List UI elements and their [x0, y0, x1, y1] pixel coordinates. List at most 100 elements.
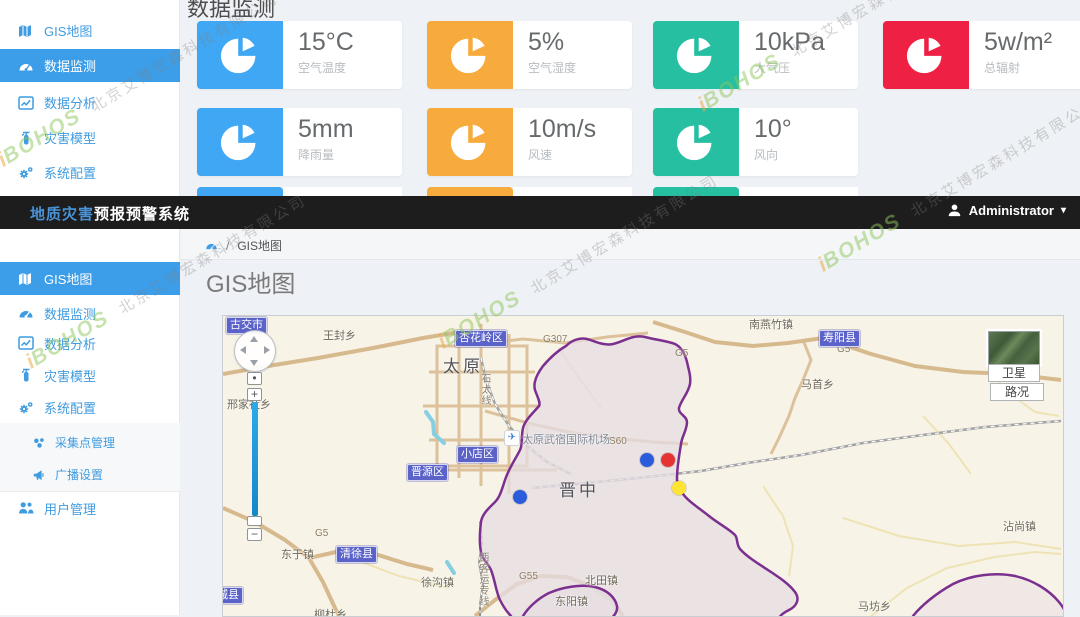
locate-button[interactable]: •: [247, 372, 262, 385]
sidebar-item-label: 数据监测: [44, 304, 96, 323]
map-marker[interactable]: [640, 453, 654, 467]
sidebar-item-label: 系统配置: [44, 398, 96, 417]
pie-chart-icon: [197, 21, 283, 89]
metric-label: 空气湿度: [528, 59, 632, 76]
map-label: 晋中: [559, 476, 599, 501]
metric-card-humidity: 5%空气湿度: [427, 21, 632, 89]
map-label: 石太线: [477, 373, 492, 406]
sidebar-item-label: 灾害模型: [44, 366, 96, 385]
sidebar-item-label: 数据分析: [44, 93, 96, 112]
metric-label: 风速: [528, 146, 632, 163]
pan-down-icon[interactable]: [250, 360, 258, 366]
map-marker[interactable]: [513, 490, 527, 504]
sidebar-item-data-monitor[interactable]: 数据监测: [0, 298, 180, 328]
zoom-slider-track[interactable]: [252, 402, 258, 516]
map-label: 王封乡: [323, 327, 356, 343]
partial-card: [427, 187, 513, 196]
map-label: 东阳镇: [555, 593, 588, 609]
map-marker[interactable]: [661, 453, 675, 467]
extinguisher-icon: [18, 367, 34, 383]
metric-value: 10°: [754, 115, 858, 144]
traffic-button[interactable]: 路况: [990, 383, 1044, 401]
map-label: 杏花岭区: [455, 330, 507, 347]
cluster-icon: [32, 436, 46, 450]
map-label: 徐沟镇: [421, 574, 454, 590]
metric-value: 5w/m²: [984, 28, 1080, 57]
map-pan-control[interactable]: [234, 330, 276, 372]
config-submenu: 采集点管理 广播设置: [0, 423, 180, 492]
map-marker[interactable]: [672, 481, 686, 495]
map-icon: [18, 23, 34, 39]
gears-icon: [18, 165, 34, 181]
metric-value: 10m/s: [528, 115, 632, 144]
map-label: 柳杜乡: [314, 606, 347, 617]
metric-card-wind-speed: 10m/s 风速: [427, 108, 632, 176]
metric-label: 大气压: [754, 59, 858, 76]
partial-card: [513, 187, 632, 196]
sidebar-item-system-config[interactable]: 系统配置: [0, 392, 180, 423]
map-label: 小店区: [457, 446, 498, 463]
sidebar-item-label: 用户管理: [44, 499, 96, 518]
sidebar-item-user-management[interactable]: 用户管理: [0, 493, 180, 523]
map-label: 清徐县: [336, 546, 377, 563]
metric-card-air-temp: 15°C空气温度: [197, 21, 402, 89]
sidebar-item-label: 采集点管理: [55, 434, 115, 451]
pie-chart-icon: [653, 21, 739, 89]
sidebar-item-data-analysis[interactable]: 数据分析: [0, 86, 180, 119]
page-heading: 数据监测: [187, 0, 275, 23]
sidebar-item-label: 广播设置: [55, 466, 103, 483]
user-menu[interactable]: Administrator ▾: [947, 203, 1066, 218]
airport-label: 太原武宿国际机场: [522, 431, 610, 447]
map-label: 沾尚镇: [1003, 518, 1036, 534]
map-label: G5: [675, 348, 688, 359]
breadcrumb-current[interactable]: GIS地图: [237, 237, 282, 254]
app-title: 地质灾害预报预警系统: [30, 203, 190, 224]
pie-chart-icon: [427, 21, 513, 89]
metric-card-pressure: 10kPa大气压: [653, 21, 858, 89]
partial-card: [739, 187, 858, 196]
sidebar-item-gis-map[interactable]: GIS地图: [0, 14, 180, 47]
pan-left-icon[interactable]: [240, 346, 246, 354]
megaphone-icon: [32, 468, 46, 482]
metric-label: 降雨量: [298, 146, 402, 163]
map-icon: [18, 271, 34, 287]
pie-chart-icon: [197, 108, 283, 176]
zoom-in-button[interactable]: +: [247, 388, 262, 401]
airplane-icon: ✈: [504, 430, 520, 446]
satellite-thumbnail[interactable]: [988, 331, 1040, 365]
sidebar-item-broadcast-settings[interactable]: 广播设置: [0, 459, 180, 490]
pan-right-icon[interactable]: [264, 346, 270, 354]
map-label: 西客运专线: [475, 552, 490, 607]
user-name: Administrator: [969, 203, 1054, 218]
gauge-icon: [18, 305, 34, 321]
metric-card-radiation: 5w/m²总辐射: [883, 21, 1080, 89]
breadcrumb: / GIS地图: [205, 237, 282, 254]
map-label: G307: [543, 334, 567, 345]
line-chart-icon: [18, 95, 34, 111]
metric-label: 空气温度: [298, 59, 402, 76]
sidebar-item-system-config[interactable]: 系统配置: [0, 156, 180, 189]
map-label: 寿阳县: [819, 330, 860, 347]
pan-up-icon[interactable]: [250, 336, 258, 342]
pie-chart-icon: [427, 108, 513, 176]
sidebar-item-label: 数据分析: [44, 334, 96, 353]
sidebar-item-disaster-model[interactable]: 灾害模型: [0, 121, 180, 154]
sidebar-item-gis-map[interactable]: GIS地图: [0, 262, 180, 295]
satellite-button[interactable]: 卫星: [988, 364, 1040, 382]
sidebar-item-data-monitor[interactable]: 数据监测: [0, 49, 180, 82]
dashboard-icon[interactable]: [205, 239, 218, 252]
partial-card: [197, 187, 283, 196]
sidebar-item-collection-points[interactable]: 采集点管理: [0, 427, 180, 458]
sidebar-item-disaster-model[interactable]: 灾害模型: [0, 360, 180, 390]
sidebar-item-data-analysis[interactable]: 数据分析: [0, 328, 180, 358]
gis-map-canvas[interactable]: 古交市王封乡杏花岭区太原石太线邢家社乡G307G5G5G5S60小店区晋源区晋中…: [222, 315, 1064, 617]
map-label: 东于镇: [281, 546, 314, 562]
extinguisher-icon: [18, 130, 34, 146]
zoom-out-button[interactable]: −: [247, 528, 262, 541]
zoom-slider-handle[interactable]: [247, 516, 262, 526]
map-label: 马首乡: [801, 376, 834, 392]
pie-chart-icon: [883, 21, 969, 89]
chevron-down-icon: ▾: [1061, 205, 1066, 216]
sidebar-item-label: 数据监测: [44, 56, 96, 75]
map-label: 城县: [222, 587, 243, 604]
